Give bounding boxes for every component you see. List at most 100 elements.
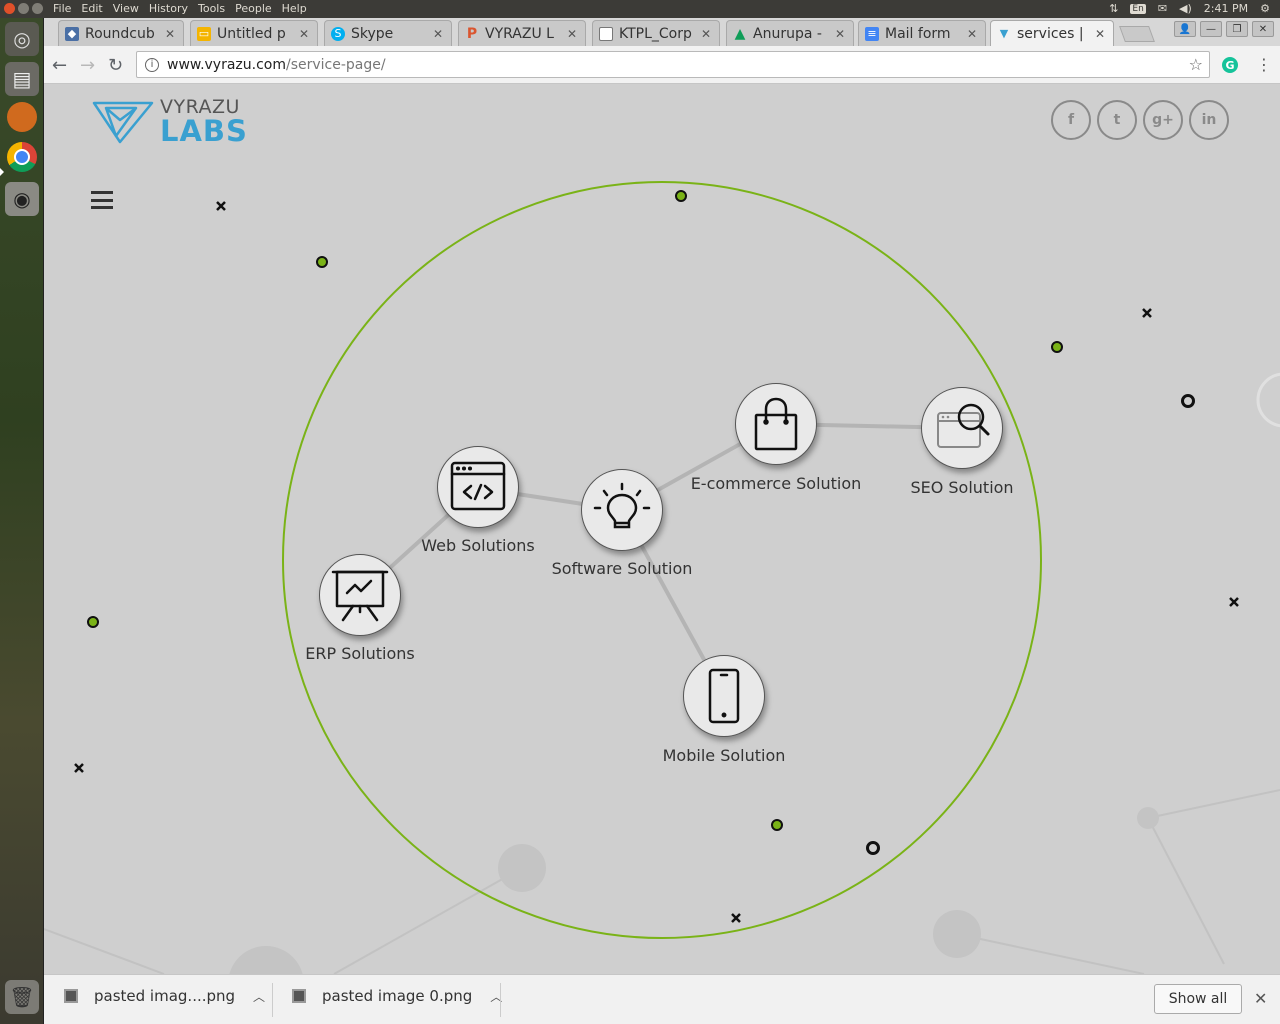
bg-bubble [1137, 807, 1159, 829]
menu-help[interactable]: Help [282, 2, 307, 15]
power-icon[interactable]: ⚙ [1260, 2, 1270, 15]
linkedin-link[interactable]: in [1189, 100, 1229, 140]
software-solution-label[interactable]: Software Solution [552, 559, 693, 578]
tab-close-icon[interactable]: ✕ [967, 27, 977, 41]
window-controls: 👤 — ❐ ✕ [1174, 21, 1274, 37]
close-icon[interactable]: ✕ [1252, 21, 1274, 37]
chrome-icon[interactable] [7, 142, 37, 172]
lightbulb-icon [593, 482, 651, 529]
minimize-window-icon[interactable] [18, 3, 29, 14]
system-tray: ⇅ En ✉ ◀) 2:41 PM ⚙ [1109, 2, 1270, 15]
tab-vyrazu[interactable]: P VYRAZU L ✕ [458, 20, 586, 46]
green-dots [87, 190, 1063, 831]
show-all-button[interactable]: Show all [1154, 984, 1242, 1014]
download-item[interactable]: pasted image 0.png ︿ [292, 987, 502, 1005]
seo-solution-node[interactable] [921, 387, 1003, 469]
camera-icon[interactable]: ◉ [5, 182, 39, 216]
mail-icon[interactable]: ✉ [1158, 2, 1167, 15]
profile-icon[interactable]: 👤 [1174, 21, 1196, 37]
reload-icon[interactable]: ↻ [108, 55, 123, 76]
erp-solutions-node[interactable] [319, 554, 401, 636]
menu-edit[interactable]: Edit [81, 2, 102, 15]
menu-tools[interactable]: Tools [198, 2, 225, 15]
grammarly-icon[interactable]: G [1222, 57, 1238, 73]
chevron-up-icon[interactable]: ︿ [253, 988, 265, 1005]
restore-icon[interactable]: ❐ [1226, 21, 1248, 37]
vyrazu-logo[interactable]: VYRAZU LABS [92, 98, 248, 146]
forward-icon[interactable]: → [80, 55, 95, 76]
divider [272, 983, 273, 1017]
tab-title: Mail form [885, 25, 951, 42]
tab-title: Untitled p [217, 25, 286, 42]
vyrazu-icon: ▼ [999, 27, 1009, 40]
software-solution-node[interactable] [581, 469, 663, 551]
tab-skype[interactable]: S Skype ✕ [324, 20, 452, 46]
tab-close-icon[interactable]: ✕ [701, 27, 711, 41]
tab-close-icon[interactable]: ✕ [165, 27, 175, 41]
tab-close-icon[interactable]: ✕ [567, 27, 577, 41]
site-info-icon[interactable]: i [145, 57, 159, 72]
back-icon[interactable]: ← [52, 55, 67, 76]
trash-icon[interactable]: 🗑 [5, 980, 39, 1014]
tab-roundcube[interactable]: ◆ Roundcub ✕ [58, 20, 184, 46]
drive-icon: ▲ [734, 25, 746, 42]
producthunt-icon: P [466, 25, 478, 42]
tab-close-icon[interactable]: ✕ [299, 27, 309, 41]
menu-file[interactable]: File [53, 2, 71, 15]
ecommerce-solution-node[interactable] [735, 383, 817, 465]
unity-launcher: ◎ ▤ ◉ 🗑 [0, 18, 44, 1024]
firefox-icon[interactable] [7, 102, 37, 132]
hamburger-menu-icon[interactable] [91, 191, 113, 209]
close-window-icon[interactable] [4, 3, 15, 14]
tab-mail-format[interactable]: ≡ Mail form ✕ [858, 20, 986, 46]
address-bar[interactable]: i www.vyrazu.com/service-page/ ☆ [136, 51, 1210, 78]
tab-close-icon[interactable]: ✕ [1095, 27, 1105, 41]
tab-anurupa[interactable]: ▲ Anurupa - ✕ [726, 20, 854, 46]
close-icon[interactable]: ✕ [1254, 989, 1267, 1008]
menu-people[interactable]: People [235, 2, 272, 15]
docs-icon: ≡ [865, 26, 879, 41]
seo-solution-label[interactable]: SEO Solution [910, 478, 1013, 497]
maximize-window-icon[interactable] [32, 3, 43, 14]
tab-close-icon[interactable]: ✕ [433, 27, 443, 41]
facebook-link[interactable]: f [1051, 100, 1091, 140]
keyboard-layout[interactable]: En [1130, 3, 1146, 14]
url-domain: www.vyrazu.com [167, 56, 286, 73]
tab-ktpl[interactable]: KTPL_Corp ✕ [592, 20, 720, 46]
shopping-bag-icon [754, 397, 798, 451]
download-item[interactable]: pasted imag....png ︿ [64, 987, 265, 1005]
tab-services[interactable]: ▼ services | ✕ [990, 20, 1114, 46]
menu-view[interactable]: View [113, 2, 139, 15]
tab-untitled[interactable]: ▭ Untitled p ✕ [190, 20, 318, 46]
web-solutions-node[interactable] [437, 446, 519, 528]
minimize-icon[interactable]: — [1200, 21, 1222, 37]
mobile-solution-node[interactable] [683, 655, 765, 737]
menu-kebab-icon[interactable]: ⋮ [1256, 55, 1272, 74]
menu-history[interactable]: History [149, 2, 188, 15]
dash-icon[interactable]: ◎ [5, 22, 39, 56]
system-top-panel: File Edit View History Tools People Help… [0, 0, 1280, 18]
twitter-link[interactable]: t [1097, 100, 1137, 140]
web-solutions-label[interactable]: Web Solutions [421, 536, 534, 555]
bookmark-star-icon[interactable]: ☆ [1189, 55, 1203, 74]
image-file-icon [64, 989, 78, 1003]
tab-close-icon[interactable]: ✕ [835, 27, 845, 41]
erp-solutions-label[interactable]: ERP Solutions [305, 644, 414, 663]
divider [500, 983, 501, 1017]
presentation-board-icon [331, 570, 389, 622]
tab-strip: ◆ Roundcub ✕ ▭ Untitled p ✕ S Skype ✕ P … [44, 18, 1280, 46]
vyrazu-logo-icon [92, 101, 154, 144]
files-icon[interactable]: ▤ [5, 62, 39, 96]
clock[interactable]: 2:41 PM [1204, 2, 1248, 15]
code-window-icon [450, 461, 506, 511]
new-tab-button[interactable] [1119, 26, 1155, 42]
mobile-solution-label[interactable]: Mobile Solution [663, 746, 786, 765]
volume-icon[interactable]: ◀) [1179, 2, 1192, 15]
ecommerce-solution-label[interactable]: E-commerce Solution [691, 474, 862, 493]
googleplus-link[interactable]: g+ [1143, 100, 1183, 140]
tab-title: KTPL_Corp [619, 25, 692, 42]
social-links: f t g+ in [1051, 100, 1229, 140]
network-icon[interactable]: ⇅ [1109, 2, 1118, 15]
hollow-dots [866, 394, 1195, 855]
bg-bubble [498, 844, 546, 892]
